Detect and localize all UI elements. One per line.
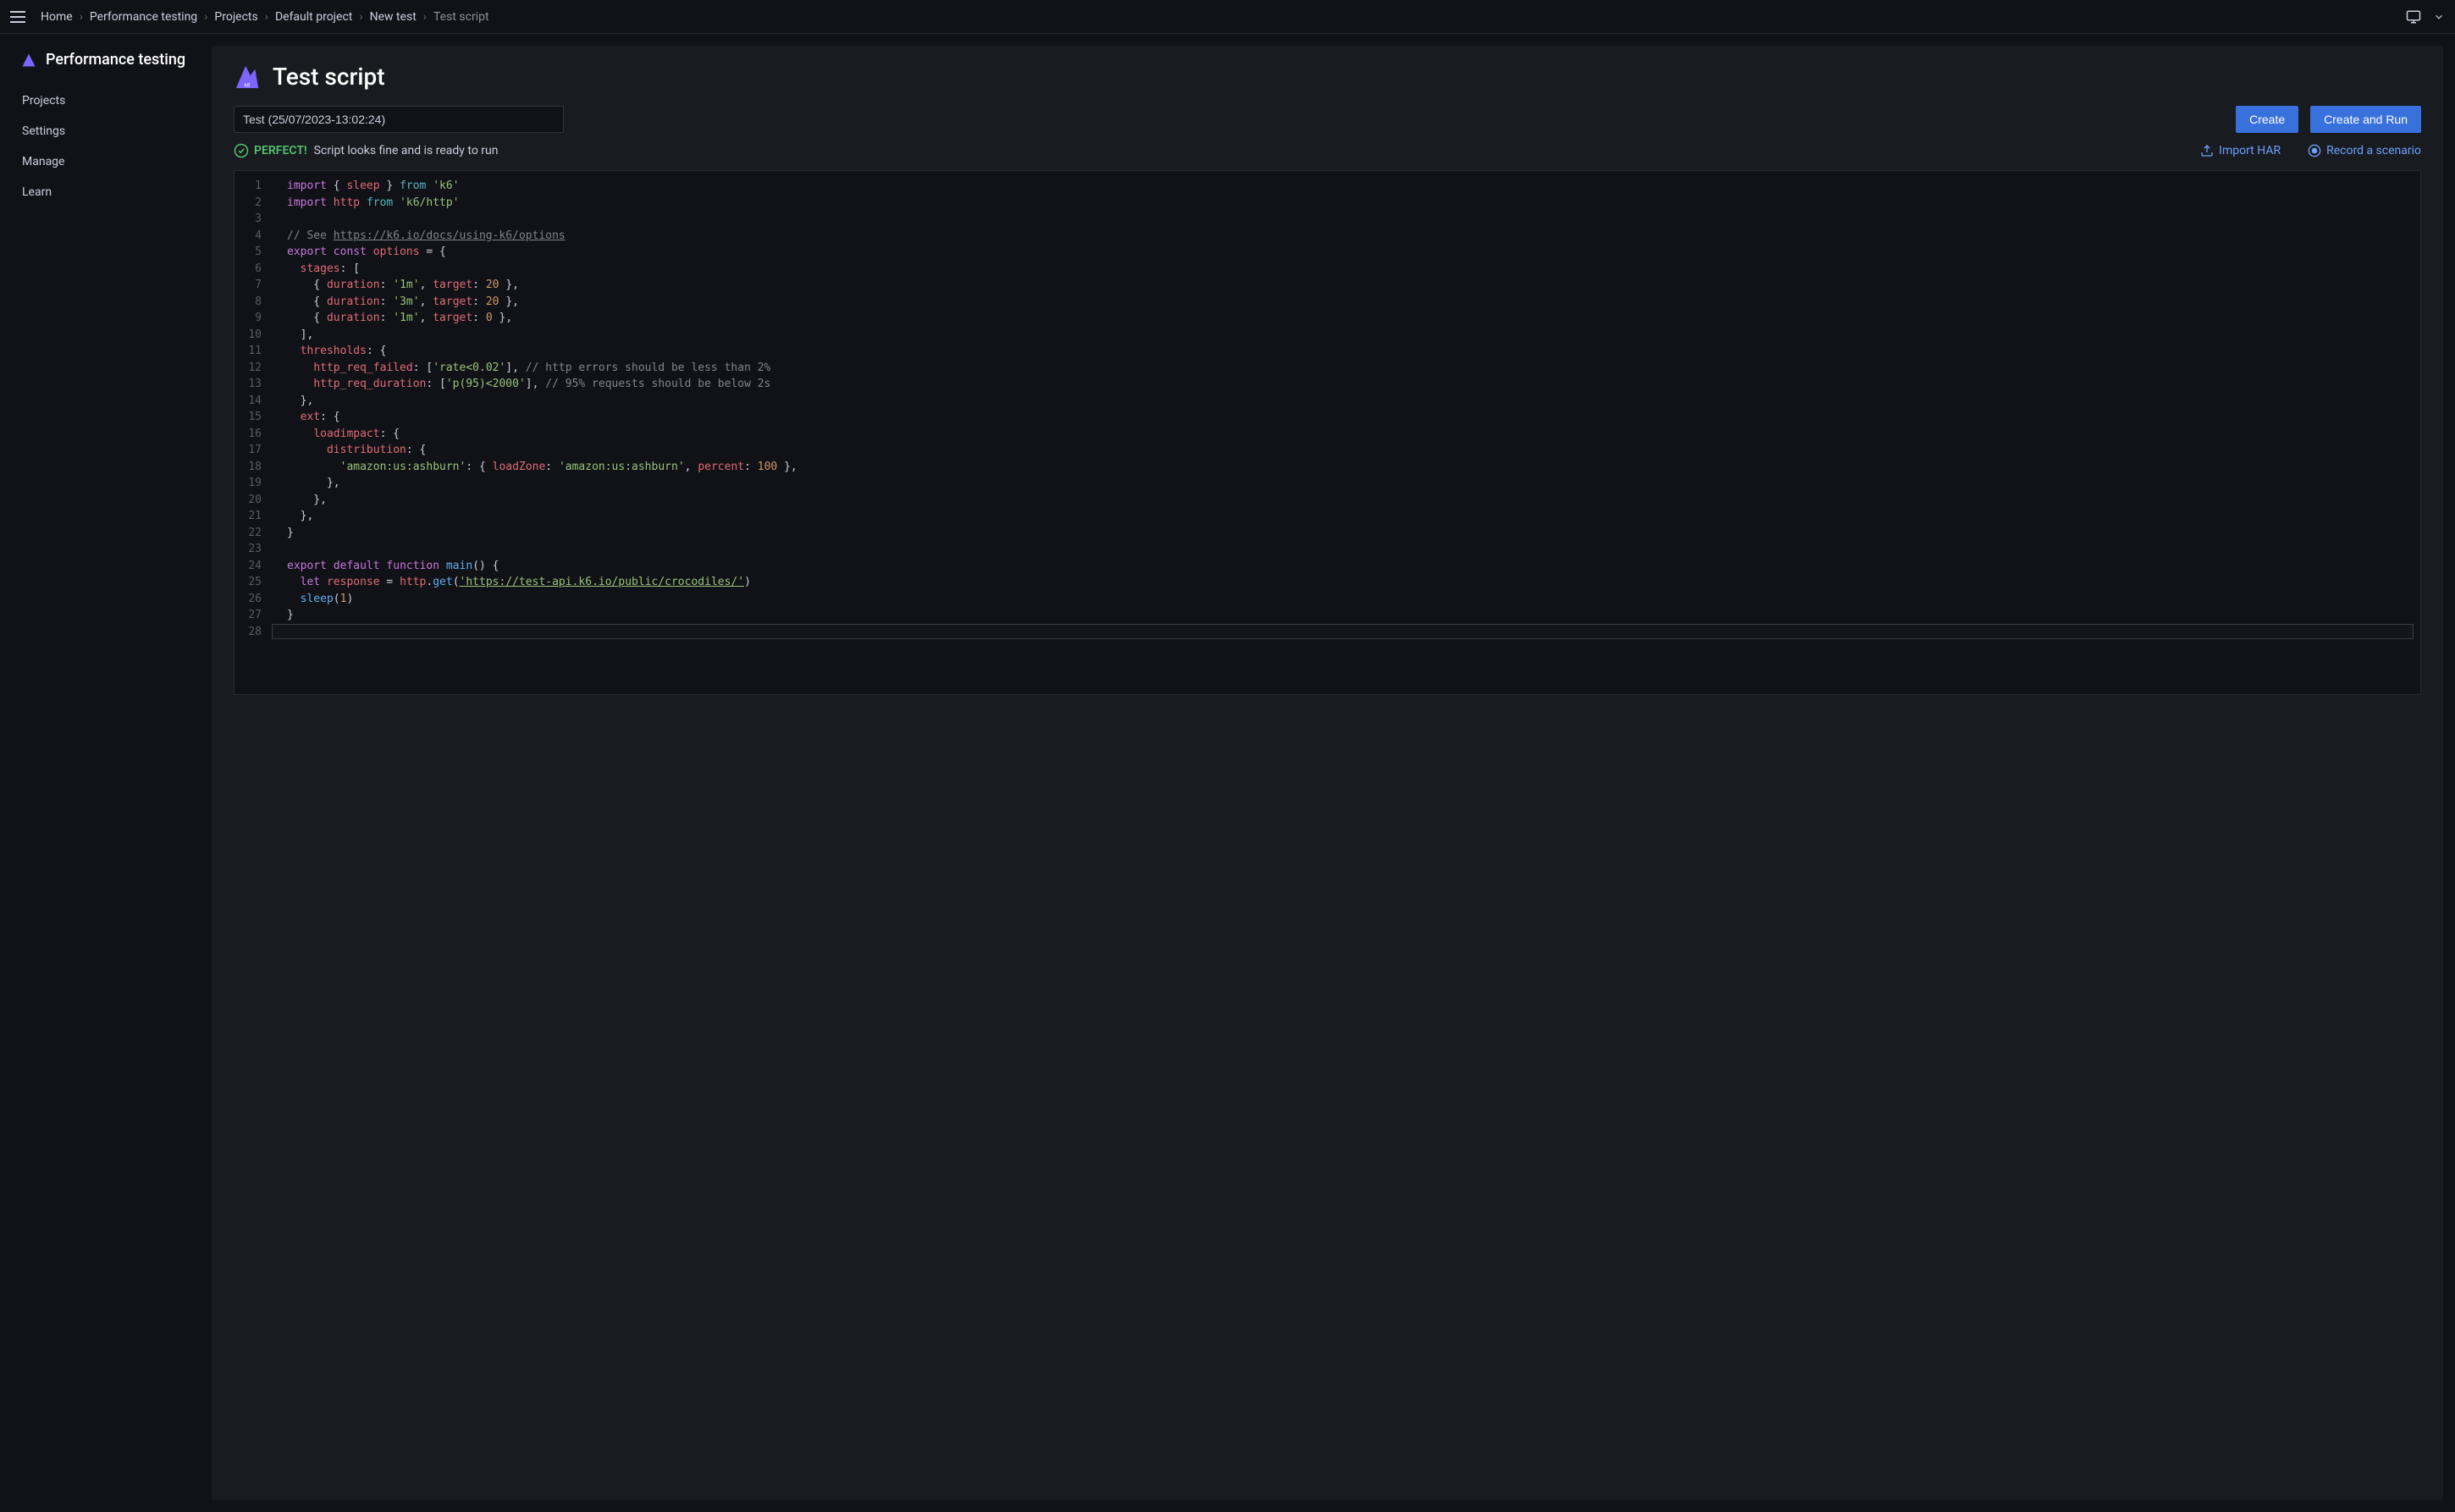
sidebar-title: Performance testing <box>46 51 185 69</box>
breadcrumb-home[interactable]: Home <box>41 10 73 24</box>
sidebar: Performance testing Projects Settings Ma… <box>0 34 212 1512</box>
record-scenario-label: Record a scenario <box>2326 144 2421 157</box>
chevron-down-icon[interactable] <box>2433 11 2445 23</box>
create-and-run-button[interactable]: Create and Run <box>2310 106 2421 133</box>
chevron-right-icon: › <box>423 10 427 24</box>
breadcrumb-current: Test script <box>433 10 489 24</box>
chevron-right-icon: › <box>204 10 207 24</box>
sidebar-item-learn[interactable]: Learn <box>0 177 212 207</box>
page-title: Test script <box>273 63 385 91</box>
breadcrumb: Home › Performance testing › Projects › … <box>41 10 489 24</box>
breadcrumb-perf-testing[interactable]: Performance testing <box>90 10 197 24</box>
main: k6 Test script Create Create and Run PER… <box>212 46 2443 1500</box>
chevron-right-icon: › <box>359 10 362 24</box>
record-scenario-link[interactable]: Record a scenario <box>2308 144 2421 157</box>
check-circle-icon <box>234 143 249 158</box>
sidebar-item-projects[interactable]: Projects <box>0 86 212 116</box>
status-ok-text: PERFECT! <box>254 144 307 157</box>
status-ok: PERFECT! <box>234 143 307 158</box>
upload-icon <box>2200 144 2214 157</box>
code-content[interactable]: import { sleep } from 'k6'import http fr… <box>272 178 2420 687</box>
k6-logo-icon <box>20 52 37 69</box>
line-gutter: 1234567891011121314151617181920212223242… <box>234 178 272 687</box>
test-name-input[interactable] <box>234 106 564 133</box>
record-icon <box>2308 144 2321 157</box>
chevron-right-icon: › <box>80 10 83 24</box>
chevron-right-icon: › <box>265 10 268 24</box>
hamburger-menu-icon[interactable] <box>10 7 30 27</box>
code-editor[interactable]: 1234567891011121314151617181920212223242… <box>234 170 2421 695</box>
sidebar-item-settings[interactable]: Settings <box>0 116 212 146</box>
status-message: Script looks fine and is ready to run <box>314 144 499 157</box>
create-button[interactable]: Create <box>2236 106 2298 133</box>
breadcrumb-projects[interactable]: Projects <box>214 10 257 24</box>
sidebar-item-manage[interactable]: Manage <box>0 146 212 177</box>
breadcrumb-new-test[interactable]: New test <box>370 10 417 24</box>
breadcrumb-default-project[interactable]: Default project <box>275 10 352 24</box>
k6-logo-icon: k6 <box>234 64 261 90</box>
topbar: Home › Performance testing › Projects › … <box>0 0 2455 34</box>
svg-text:k6: k6 <box>245 82 251 88</box>
import-har-link[interactable]: Import HAR <box>2200 144 2281 157</box>
monitor-icon[interactable] <box>2406 9 2421 25</box>
import-har-label: Import HAR <box>2219 144 2281 157</box>
